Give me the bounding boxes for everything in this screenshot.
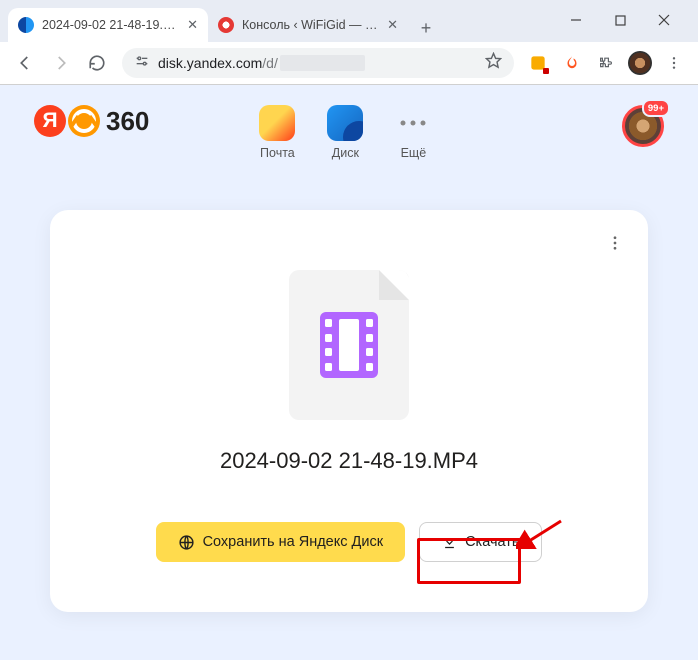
service-label: Ещё [401, 146, 427, 160]
page-header: Я 360 Почта Диск Ещё 99+ [0, 85, 698, 160]
url-path: /d/ [262, 55, 278, 71]
download-button[interactable]: Скачать [419, 522, 542, 562]
browser-titlebar: 2024-09-02 21-48-19.MP4 – ✕ Консоль ‹ Wi… [0, 0, 698, 42]
disk-icon [327, 105, 363, 141]
browser-toolbar: disk.yandex.com/d/ [0, 42, 698, 84]
url-domain: disk.yandex.com [158, 55, 262, 71]
file-name: 2024-09-02 21-48-19.MP4 [90, 448, 608, 474]
maximize-icon[interactable] [608, 8, 632, 32]
tab-favicon-icon [18, 17, 34, 33]
file-type-icon [289, 270, 409, 420]
service-more[interactable]: Ещё [395, 105, 431, 160]
close-window-icon[interactable] [652, 8, 676, 32]
service-disk[interactable]: Диск [327, 105, 363, 160]
tab-title: Консоль ‹ WiFiGid — WordP [242, 18, 381, 32]
yandex-y-icon: Я [34, 105, 66, 137]
service-label: Диск [332, 146, 359, 160]
notification-badge: 99+ [642, 99, 670, 117]
video-icon [320, 312, 378, 378]
tab-title: 2024-09-02 21-48-19.MP4 – [42, 18, 181, 32]
tab-favicon-icon [218, 17, 234, 33]
services-nav: Почта Диск Ещё [259, 105, 431, 160]
profile-avatar-icon[interactable] [626, 49, 654, 77]
service-label: Почта [260, 146, 295, 160]
disk-save-icon [178, 534, 195, 551]
close-icon[interactable]: ✕ [387, 17, 398, 33]
flame-extension-icon[interactable] [558, 49, 586, 77]
mail-icon [259, 105, 295, 141]
save-to-disk-button[interactable]: Сохранить на Яндекс Диск [156, 522, 406, 562]
extensions-puzzle-icon[interactable] [592, 49, 620, 77]
site-settings-icon[interactable] [134, 53, 150, 74]
bookmark-icon[interactable] [485, 52, 502, 74]
logo-text: 360 [106, 106, 149, 137]
more-dots-icon [395, 105, 431, 141]
new-tab-button[interactable]: + [412, 14, 440, 42]
minimize-icon[interactable] [564, 8, 588, 32]
yandex-360-icon [68, 105, 100, 137]
reload-button[interactable] [82, 48, 112, 78]
address-bar[interactable]: disk.yandex.com/d/ [122, 48, 514, 78]
save-button-label: Сохранить на Яндекс Диск [203, 534, 384, 550]
close-icon[interactable]: ✕ [187, 17, 198, 33]
file-card: 2024-09-02 21-48-19.MP4 Сохранить на Янд… [50, 210, 648, 612]
extension-icon[interactable] [524, 49, 552, 77]
card-menu-icon[interactable] [606, 234, 624, 257]
download-button-label: Скачать [465, 534, 519, 550]
back-button[interactable] [10, 48, 40, 78]
action-row: Сохранить на Яндекс Диск Скачать [90, 522, 608, 562]
browser-menu-icon[interactable] [660, 49, 688, 77]
url-obscured [280, 55, 366, 71]
download-icon [442, 535, 457, 550]
browser-tab-active[interactable]: 2024-09-02 21-48-19.MP4 – ✕ [8, 8, 208, 42]
forward-button[interactable] [46, 48, 76, 78]
browser-tab-inactive[interactable]: Консоль ‹ WiFiGid — WordP ✕ [208, 8, 408, 42]
page-content: Я 360 Почта Диск Ещё 99+ [0, 85, 698, 660]
user-menu[interactable]: 99+ [622, 105, 664, 147]
service-mail[interactable]: Почта [259, 105, 295, 160]
yandex-360-logo[interactable]: Я 360 [34, 105, 149, 137]
